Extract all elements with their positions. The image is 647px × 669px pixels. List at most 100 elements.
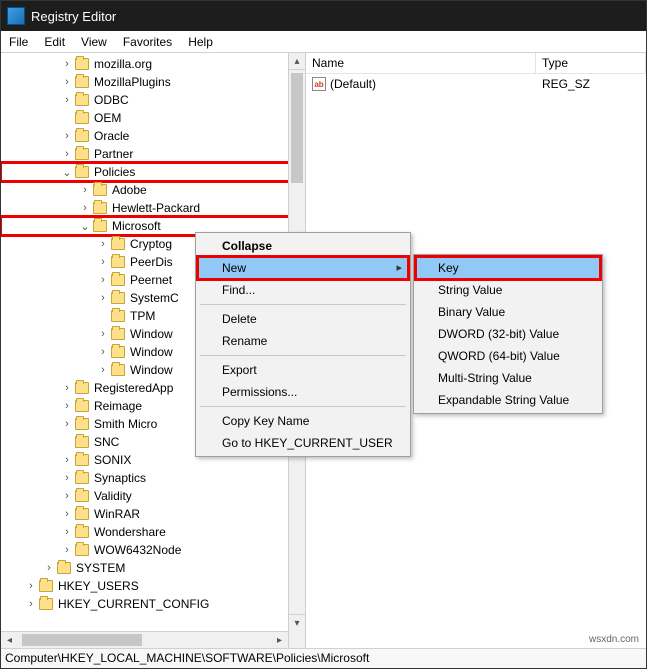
tree-item[interactable]: Validity bbox=[92, 489, 134, 503]
expand-icon[interactable] bbox=[61, 94, 73, 106]
expand-icon[interactable] bbox=[61, 454, 73, 466]
tree-item[interactable]: Adobe bbox=[110, 183, 149, 197]
tree-item[interactable]: OEM bbox=[92, 111, 123, 125]
scroll-down-icon[interactable]: ▾ bbox=[289, 614, 305, 631]
expand-icon[interactable] bbox=[61, 490, 73, 502]
tree-item[interactable]: Window bbox=[128, 363, 175, 377]
tree-item[interactable]: Wondershare bbox=[92, 525, 168, 539]
menu-item-new[interactable]: New▸ bbox=[198, 257, 408, 279]
folder-icon bbox=[75, 148, 89, 160]
submenu-item-key[interactable]: Key bbox=[416, 257, 600, 279]
folder-icon bbox=[75, 490, 89, 502]
tree-item[interactable]: Peernet bbox=[128, 273, 174, 287]
expand-icon[interactable] bbox=[79, 220, 91, 233]
folder-icon bbox=[75, 526, 89, 538]
submenu-item-string[interactable]: String Value bbox=[416, 279, 600, 301]
tree-item[interactable]: Partner bbox=[92, 147, 135, 161]
menu-item-copy-key[interactable]: Copy Key Name bbox=[198, 410, 408, 432]
tree-item[interactable]: Window bbox=[128, 345, 175, 359]
expand-icon[interactable] bbox=[61, 382, 73, 394]
tree-item[interactable]: SystemC bbox=[128, 291, 181, 305]
expand-icon[interactable] bbox=[61, 544, 73, 556]
column-type[interactable]: Type bbox=[536, 53, 646, 73]
tree-item[interactable]: ODBC bbox=[92, 93, 131, 107]
expand-icon[interactable] bbox=[97, 364, 109, 376]
scroll-up-icon[interactable]: ▴ bbox=[289, 53, 305, 70]
expand-icon[interactable] bbox=[61, 76, 73, 88]
submenu-item-expand[interactable]: Expandable String Value bbox=[416, 389, 600, 411]
submenu-item-qword[interactable]: QWORD (64-bit) Value bbox=[416, 345, 600, 367]
expand-icon[interactable] bbox=[97, 346, 109, 358]
expand-icon[interactable] bbox=[61, 148, 73, 160]
tree-item[interactable]: Reimage bbox=[92, 399, 144, 413]
expand-icon[interactable] bbox=[25, 580, 37, 592]
expand-icon[interactable] bbox=[79, 202, 91, 214]
list-header: Name Type bbox=[306, 53, 646, 74]
expand-icon[interactable] bbox=[61, 508, 73, 520]
horizontal-scrollbar[interactable]: ◂ ▸ bbox=[1, 631, 288, 648]
tree-item[interactable]: WOW6432Node bbox=[92, 543, 183, 557]
menu-item-find[interactable]: Find... bbox=[198, 279, 408, 301]
submenu-item-dword[interactable]: DWORD (32-bit) Value bbox=[416, 323, 600, 345]
expand-icon[interactable] bbox=[61, 418, 73, 430]
tree-item-policies[interactable]: Policies bbox=[92, 165, 137, 179]
tree-item[interactable]: HKEY_USERS bbox=[56, 579, 141, 593]
menu-item-permissions[interactable]: Permissions... bbox=[198, 381, 408, 403]
tree-item-microsoft[interactable]: Microsoft bbox=[110, 219, 163, 233]
folder-icon bbox=[75, 544, 89, 556]
tree-item[interactable]: TPM bbox=[128, 309, 157, 323]
menu-item-delete[interactable]: Delete bbox=[198, 308, 408, 330]
scroll-left-icon[interactable]: ◂ bbox=[1, 632, 18, 648]
tree-item[interactable]: mozilla.org bbox=[92, 57, 154, 71]
tree-item[interactable]: SNC bbox=[92, 435, 121, 449]
expand-icon[interactable] bbox=[79, 184, 91, 196]
tree-item[interactable]: MozillaPlugins bbox=[92, 75, 173, 89]
expand-icon[interactable] bbox=[61, 526, 73, 538]
expand-icon[interactable] bbox=[25, 598, 37, 610]
menu-help[interactable]: Help bbox=[180, 32, 221, 52]
expand-icon[interactable] bbox=[97, 328, 109, 340]
tree-item[interactable]: WinRAR bbox=[92, 507, 142, 521]
value-name: (Default) bbox=[330, 77, 376, 91]
column-name[interactable]: Name bbox=[306, 53, 536, 73]
scroll-right-icon[interactable]: ▸ bbox=[271, 632, 288, 648]
menu-item-rename[interactable]: Rename bbox=[198, 330, 408, 352]
expand-icon[interactable] bbox=[61, 472, 73, 484]
expand-icon[interactable] bbox=[97, 274, 109, 286]
expand-icon[interactable] bbox=[97, 256, 109, 268]
tree-item[interactable]: Cryptog bbox=[128, 237, 174, 251]
menu-file[interactable]: File bbox=[1, 32, 36, 52]
expand-icon[interactable] bbox=[61, 166, 73, 179]
tree-item[interactable]: RegisteredApp bbox=[92, 381, 175, 395]
scroll-thumb[interactable] bbox=[291, 73, 303, 183]
tree-item[interactable]: Oracle bbox=[92, 129, 131, 143]
submenu-item-binary[interactable]: Binary Value bbox=[416, 301, 600, 323]
titlebar[interactable]: Registry Editor bbox=[1, 1, 646, 31]
menu-edit[interactable]: Edit bbox=[36, 32, 73, 52]
folder-icon bbox=[75, 58, 89, 70]
tree-item[interactable]: Smith Micro bbox=[92, 417, 159, 431]
tree-item[interactable]: Synaptics bbox=[92, 471, 148, 485]
window-title: Registry Editor bbox=[31, 9, 116, 24]
tree-item[interactable]: Window bbox=[128, 327, 175, 341]
menu-favorites[interactable]: Favorites bbox=[115, 32, 180, 52]
expand-icon[interactable] bbox=[61, 400, 73, 412]
expand-icon[interactable] bbox=[97, 292, 109, 304]
menu-item-export[interactable]: Export bbox=[198, 359, 408, 381]
tree-item[interactable]: PeerDis bbox=[128, 255, 175, 269]
expand-icon[interactable] bbox=[97, 238, 109, 250]
expand-icon[interactable] bbox=[61, 58, 73, 70]
submenu-item-multi[interactable]: Multi-String Value bbox=[416, 367, 600, 389]
menu-item-goto[interactable]: Go to HKEY_CURRENT_USER bbox=[198, 432, 408, 454]
expand-icon[interactable] bbox=[43, 562, 55, 574]
tree-item[interactable]: HKEY_CURRENT_CONFIG bbox=[56, 597, 211, 611]
list-item[interactable]: ab (Default) REG_SZ bbox=[306, 74, 646, 94]
tree-item[interactable]: Hewlett-Packard bbox=[110, 201, 202, 215]
menu-view[interactable]: View bbox=[73, 32, 115, 52]
expand-icon[interactable] bbox=[61, 130, 73, 142]
tree-item[interactable]: SYSTEM bbox=[74, 561, 127, 575]
scroll-thumb[interactable] bbox=[22, 634, 142, 646]
tree-item[interactable]: SONIX bbox=[92, 453, 133, 467]
menu-item-collapse[interactable]: Collapse bbox=[198, 235, 408, 257]
string-value-icon: ab bbox=[312, 77, 326, 91]
